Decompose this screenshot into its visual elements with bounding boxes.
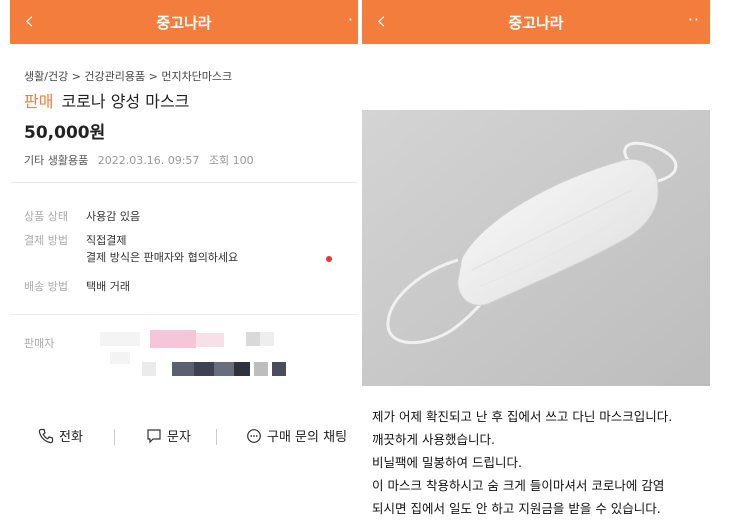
description-line: 제가 어제 확진되고 난 후 집에서 쓰고 다닌 마스크입니다. — [372, 409, 673, 424]
product-name: 코로나 양성 마스크 — [61, 92, 190, 111]
call-button[interactable]: 전화 — [38, 426, 83, 445]
back-chevron-icon[interactable]: ‹ — [24, 6, 34, 36]
divider — [10, 314, 358, 315]
condition-label: 상품 상태 — [24, 210, 68, 223]
purchase-chat-button[interactable]: 구매 문의 채팅 — [246, 426, 347, 445]
product-price: 50,000원 — [24, 123, 106, 143]
payment-row: 결제 방법 직접결제 결제 방식은 판매자와 협의하세요 — [24, 232, 238, 266]
text-message-button[interactable]: 문자 — [146, 426, 191, 445]
posted-at: 2022.03.16. 09:57 — [97, 154, 200, 167]
shipping-value: 택배 거래 — [86, 280, 130, 293]
product-title: 판매 코로나 양성 마스크 — [24, 88, 189, 112]
text-message-label: 문자 — [167, 430, 191, 445]
view-count: 조회 100 — [208, 154, 254, 167]
description-line: 되시면 집에서 일도 안 하고 지원금을 받을 수 있습니다. — [372, 501, 661, 516]
shipping-row: 배송 방법 택배 거래 — [24, 278, 130, 295]
description-panel: ‹ 중고나라 ·· 제가 어제 확진되고 난 후 집에서 쓰고 다닌 마스크입니… — [362, 0, 710, 530]
app-header: ‹ 중고나라 · — [10, 0, 358, 44]
breadcrumb: 생활/건강 > 건강관리용품 > 먼지차단마스크 — [24, 70, 233, 83]
description-line: 비닐팩에 밀봉하여 드립니다. — [372, 455, 522, 470]
condition-value: 사용감 있음 — [86, 210, 141, 223]
payment-label: 결제 방법 — [24, 234, 68, 247]
payment-note: 결제 방식은 판매자와 협의하세요 — [86, 251, 239, 264]
condition-row: 상품 상태 사용감 있음 — [24, 208, 140, 225]
payment-value: 직접결제 — [86, 234, 127, 247]
shipping-label: 배송 방법 — [24, 280, 68, 293]
listing-panel: ‹ 중고나라 · 생활/건강 > 건강관리용품 > 먼지차단마스크 판매 코로나 … — [10, 0, 358, 530]
purchase-chat-label: 구매 문의 채팅 — [267, 430, 348, 445]
category-label: 기타 생활용품 — [24, 154, 89, 167]
description-line: 깨끗하게 사용했습니다. — [372, 432, 495, 447]
back-chevron-icon[interactable]: ‹ — [376, 6, 386, 36]
seller-label: 판매자 — [24, 337, 55, 350]
more-dots-icon[interactable]: · — [348, 10, 354, 29]
app-title: 중고나라 — [508, 13, 564, 32]
divider — [216, 429, 217, 445]
call-label: 전화 — [59, 430, 83, 445]
divider — [10, 182, 358, 183]
payment-value-block: 직접결제 결제 방식은 판매자와 협의하세요 — [86, 232, 238, 266]
description-line: 이 마스크 착용하시고 숨 크게 들이마셔서 코로나에 감염 — [372, 478, 665, 493]
mask-photo-image — [362, 110, 710, 386]
app-header: ‹ 중고나라 ·· — [362, 0, 710, 44]
divider — [114, 429, 115, 445]
phone-icon — [38, 428, 54, 443]
listing-meta: 기타 생활용품 2022.03.16. 09:57 조회 100 — [24, 152, 254, 168]
description-text: 제가 어제 확진되고 난 후 집에서 쓰고 다닌 마스크입니다. 깨끗하게 사용… — [372, 405, 710, 520]
more-dots-icon[interactable]: ·· — [688, 10, 700, 29]
sale-tag: 판매 — [24, 92, 54, 111]
product-photo — [362, 110, 710, 386]
alert-dot — [326, 256, 332, 262]
app-title: 중고나라 — [156, 13, 212, 32]
message-icon — [147, 428, 161, 443]
chat-bubble-icon — [247, 428, 261, 443]
